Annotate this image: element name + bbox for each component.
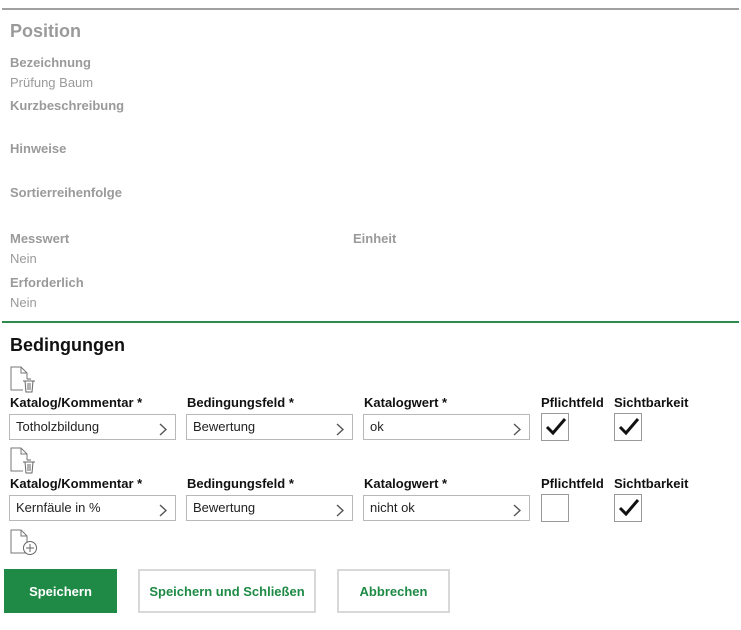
col-bedingungsfeld-label: Bedingungsfeld * <box>187 395 294 410</box>
katalog-value: Kernfäule in % <box>16 500 101 515</box>
erforderlich-value: Nein <box>10 295 37 310</box>
bezeichnung-value: Prüfung Baum <box>10 75 94 90</box>
katalog-select[interactable]: Totholzbildung <box>9 414 176 440</box>
chevron-right-icon <box>336 501 345 525</box>
top-divider <box>2 8 739 10</box>
bedingungsfeld-select[interactable]: Bewertung <box>186 414 353 440</box>
bezeichnung-label: Bezeichnung <box>10 55 91 70</box>
chevron-right-icon <box>159 501 168 525</box>
save-button[interactable]: Speichern <box>4 569 117 613</box>
checkmark-icon <box>618 499 640 517</box>
katalogwert-select[interactable]: ok <box>363 414 530 440</box>
sortierreihenfolge-label: Sortierreihenfolge <box>10 185 122 200</box>
pflichtfeld-checkbox[interactable] <box>541 413 569 441</box>
chevron-right-icon <box>336 420 345 444</box>
col-katalog-label: Katalog/Kommentar * <box>10 476 143 491</box>
bedingungsfeld-value: Bewertung <box>193 500 256 515</box>
bedingungsfeld-select[interactable]: Bewertung <box>186 495 353 521</box>
save-and-close-button[interactable]: Speichern und Schließen <box>138 569 316 613</box>
katalog-select[interactable]: Kernfäule in % <box>9 495 176 521</box>
sichtbarkeit-checkbox[interactable] <box>614 494 642 522</box>
document-add-icon[interactable] <box>10 529 38 562</box>
position-title: Position <box>10 21 81 41</box>
checkmark-icon <box>545 418 567 436</box>
messwert-value: Nein <box>10 251 37 266</box>
erforderlich-label: Erforderlich <box>10 275 84 290</box>
cancel-button[interactable]: Abbrechen <box>337 569 450 613</box>
bedingungsfeld-value: Bewertung <box>193 419 256 434</box>
col-pflichtfeld-label: Pflichtfeld <box>541 395 604 410</box>
chevron-right-icon <box>159 420 168 444</box>
col-bedingungsfeld-label: Bedingungsfeld * <box>187 476 294 491</box>
katalogwert-value: ok <box>370 419 384 434</box>
einheit-label: Einheit <box>353 231 397 246</box>
document-delete-icon[interactable] <box>10 366 36 398</box>
pflichtfeld-checkbox[interactable] <box>541 494 569 522</box>
katalog-value: Totholzbildung <box>16 419 100 434</box>
col-sichtbarkeit-label: Sichtbarkeit <box>614 476 689 491</box>
col-katalog-label: Katalog/Kommentar * <box>10 395 143 410</box>
col-sichtbarkeit-label: Sichtbarkeit <box>614 395 689 410</box>
katalogwert-select[interactable]: nicht ok <box>363 495 530 521</box>
col-katalogwert-label: Katalogwert * <box>364 476 448 491</box>
checkmark-icon <box>618 418 640 436</box>
col-katalogwert-label: Katalogwert * <box>364 395 448 410</box>
hinweise-label: Hinweise <box>10 141 67 156</box>
col-pflichtfeld-label: Pflichtfeld <box>541 476 604 491</box>
bedingungen-title: Bedingungen <box>10 335 125 355</box>
chevron-right-icon <box>513 501 522 525</box>
section-divider <box>2 321 739 323</box>
document-delete-icon[interactable] <box>10 447 36 479</box>
messwert-label: Messwert <box>10 231 70 246</box>
katalogwert-value: nicht ok <box>370 500 415 515</box>
sichtbarkeit-checkbox[interactable] <box>614 413 642 441</box>
kurzbeschreibung-label: Kurzbeschreibung <box>10 98 125 113</box>
chevron-right-icon <box>513 420 522 444</box>
